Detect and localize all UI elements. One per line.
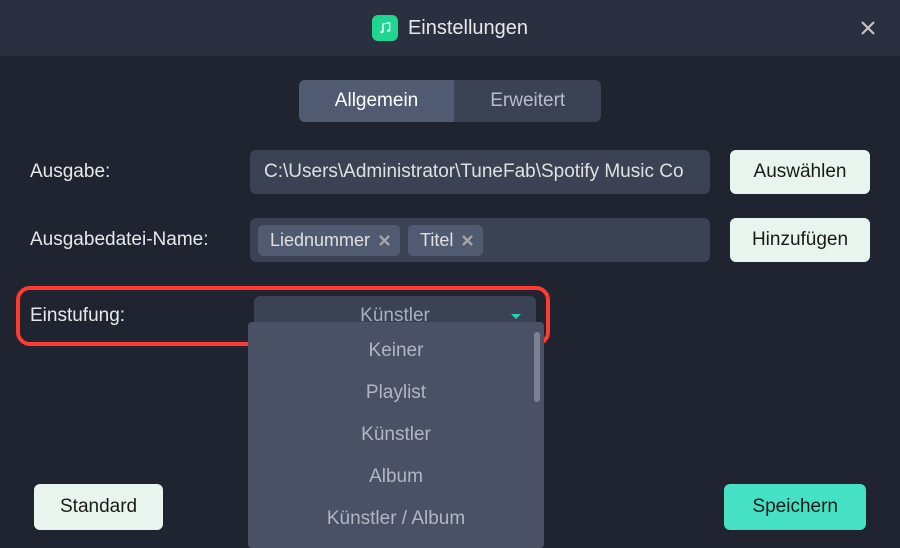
output-path-field[interactable]: C:\Users\Administrator\TuneFab\Spotify M…	[250, 150, 710, 194]
classification-label: Einstufung:	[30, 305, 234, 327]
dropdown-option[interactable]: Playlist	[248, 372, 544, 414]
app-icon	[372, 15, 398, 41]
filename-chip: Liednummer	[258, 225, 400, 256]
filename-chip: Titel	[408, 225, 483, 256]
output-label: Ausgabe:	[30, 161, 230, 183]
dropdown-scrollbar[interactable]	[534, 332, 540, 402]
chip-remove-icon[interactable]	[376, 232, 392, 248]
output-path-value: C:\Users\Administrator\TuneFab\Spotify M…	[264, 161, 684, 183]
chip-label: Titel	[420, 230, 453, 251]
classification-dropdown-panel: Keiner Playlist Künstler Album Künstler …	[248, 322, 544, 548]
save-button[interactable]: Speichern	[724, 484, 866, 530]
tab-group: Allgemein Erweitert	[299, 80, 601, 122]
tab-general[interactable]: Allgemein	[299, 80, 454, 122]
window-title: Einstellungen	[408, 17, 528, 40]
dropdown-option[interactable]: Album	[248, 456, 544, 498]
tab-bar: Allgemein Erweitert	[30, 80, 870, 122]
content-area: Allgemein Erweitert Ausgabe: C:\Users\Ad…	[0, 56, 900, 346]
row-output: Ausgabe: C:\Users\Administrator\TuneFab\…	[30, 150, 870, 194]
dropdown-option[interactable]: Künstler / Album	[248, 498, 544, 540]
titlebar-center: Einstellungen	[372, 15, 528, 41]
dropdown-option[interactable]: Künstler	[248, 414, 544, 456]
chip-label: Liednummer	[270, 230, 370, 251]
titlebar: Einstellungen	[0, 0, 900, 56]
close-button[interactable]	[856, 16, 880, 40]
add-button[interactable]: Hinzufügen	[730, 218, 870, 262]
chip-remove-icon[interactable]	[459, 232, 475, 248]
tab-advanced[interactable]: Erweitert	[454, 80, 601, 122]
filename-chip-container[interactable]: Liednummer Titel	[250, 218, 710, 262]
default-button[interactable]: Standard	[34, 484, 163, 530]
row-filename: Ausgabedatei-Name: Liednummer Titel Hin	[30, 218, 870, 262]
choose-button[interactable]: Auswählen	[730, 150, 870, 194]
dropdown-option[interactable]: Keiner	[248, 330, 544, 372]
filename-label: Ausgabedatei-Name:	[30, 229, 230, 251]
